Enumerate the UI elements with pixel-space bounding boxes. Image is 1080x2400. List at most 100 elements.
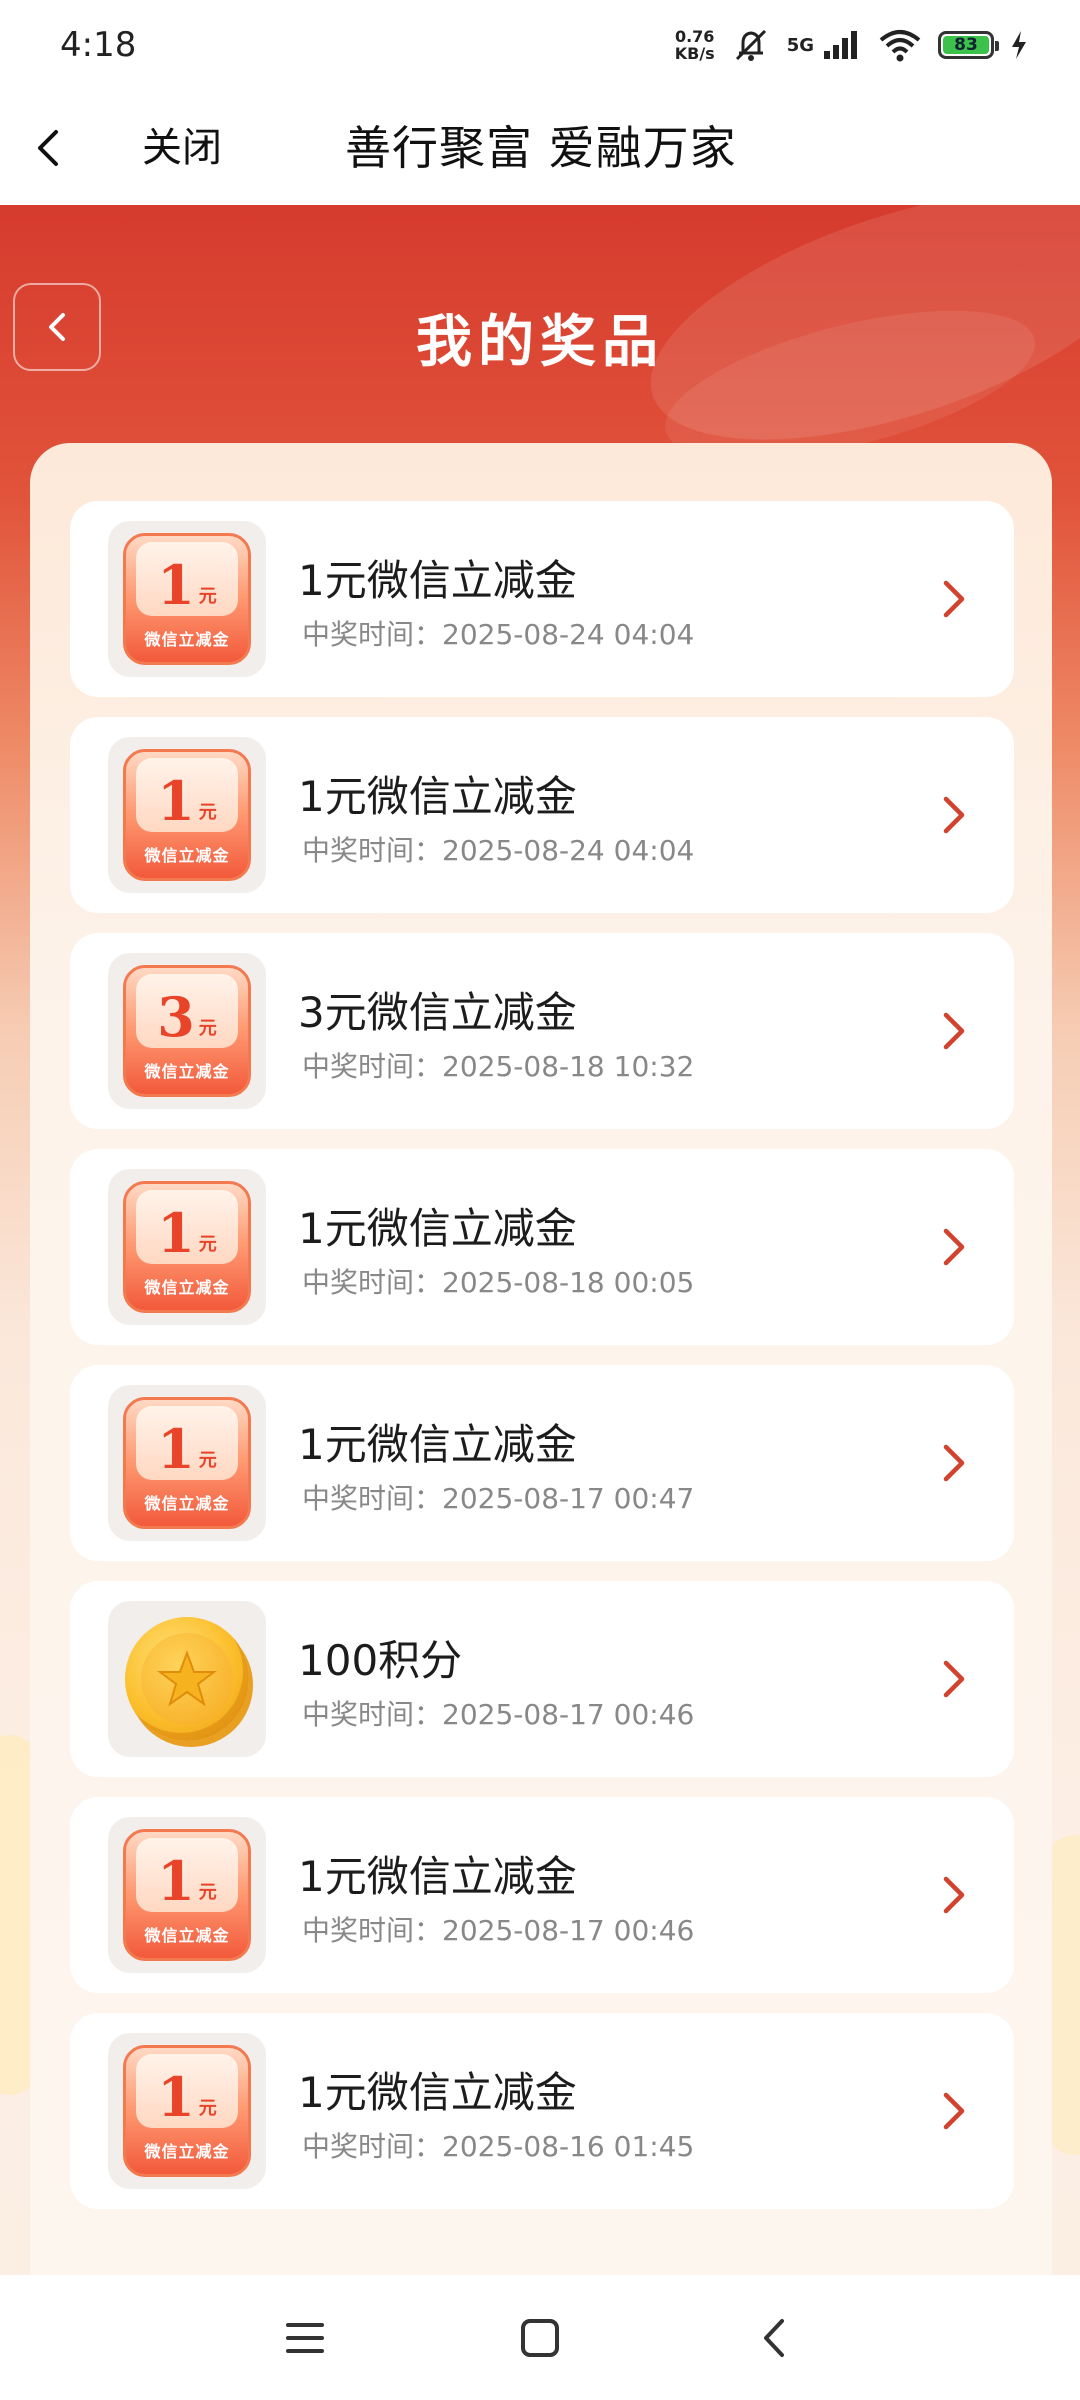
- prize-item[interactable]: 1 元微信立减金 1元微信立减金 中奖时间：2025-08-18 00:05: [70, 1149, 1014, 1345]
- prize-time: 中奖时间：2025-08-24 04:04: [302, 613, 694, 653]
- prize-time-label: 中奖时间：: [302, 1914, 443, 1947]
- coupon-amount: 1: [157, 2065, 195, 2129]
- coupon-icon: 1 元微信立减金: [123, 749, 251, 881]
- prize-name: 100积分: [298, 1636, 463, 1685]
- coin-face: [141, 1633, 233, 1725]
- prize-time-value: 2025-08-24 04:04: [442, 834, 695, 867]
- menu-icon[interactable]: [278, 2311, 332, 2365]
- coupon-face: 1元: [136, 542, 238, 616]
- coupon-amount: 1: [157, 553, 195, 617]
- prize-time: 中奖时间：2025-08-17 00:46: [302, 1693, 694, 1733]
- prize-thumbnail: 3 元微信立减金: [108, 953, 266, 1109]
- prize-time: 中奖时间：2025-08-18 00:05: [302, 1261, 694, 1301]
- prize-time-label: 中奖时间：: [302, 618, 443, 651]
- prize-item[interactable]: 1 元微信立减金 1元微信立减金中奖时间：2025-08-24 04:04: [70, 717, 1014, 913]
- prize-time: 中奖时间：2025-08-16 01:45: [302, 2125, 694, 2165]
- prize-item[interactable]: 3 元微信立减金 3元微信立减金 中奖时间：2025-08-18 10:32: [70, 933, 1014, 1129]
- coupon-amount: 1: [157, 1849, 195, 1913]
- prize-name: 3元微信立减金: [298, 988, 577, 1037]
- prize-page: 我的奖品 1 元微信立减金 1元微信立减金 中奖时间：2025-08-24 04:04…: [0, 205, 1080, 2275]
- signal-icon: [824, 31, 857, 59]
- coupon-unit: 元: [198, 2098, 217, 2119]
- nav-back-icon[interactable]: [20, 120, 76, 176]
- coupon-unit: 元: [198, 586, 217, 607]
- prize-item[interactable]: 100积分中奖时间：2025-08-17 00:46: [70, 1581, 1014, 1777]
- coupon-caption: 微信立减金: [144, 1278, 230, 1297]
- coupon-amount: 3: [157, 985, 195, 1049]
- chevron-right-icon[interactable]: [940, 577, 968, 621]
- home-icon[interactable]: [513, 2311, 567, 2365]
- system-nav-bar: [0, 2275, 1080, 2400]
- prize-name: 1元微信立减金: [298, 2068, 577, 2117]
- prize-item[interactable]: 1 元微信立减金 1元微信立减金 中奖时间：2025-08-16 01:45: [70, 2013, 1014, 2209]
- prize-time: 中奖时间：2025-08-24 04:04: [302, 829, 694, 869]
- coupon-unit: 元: [198, 1882, 217, 1903]
- coupon-face: 1元: [136, 1838, 238, 1912]
- prize-time: 中奖时间：2025-08-17 00:47: [302, 1477, 694, 1517]
- status-time: 4:18: [60, 25, 137, 65]
- chevron-right-icon[interactable]: [940, 1225, 968, 1269]
- battery-icon: 83: [938, 31, 999, 59]
- prize-time-value: 2025-08-17 00:46: [442, 1914, 695, 1947]
- coupon-icon: 1 元微信立减金: [123, 1181, 251, 1313]
- prize-time-value: 2025-08-18 00:05: [442, 1266, 695, 1299]
- prize-thumbnail: [108, 1601, 266, 1757]
- close-button[interactable]: 关闭: [142, 120, 222, 176]
- coupon-unit: 元: [198, 802, 217, 823]
- chevron-right-icon[interactable]: [940, 1009, 968, 1053]
- coupon-caption: 微信立减金: [144, 1494, 230, 1513]
- prize-item[interactable]: 1 元微信立减金 1元微信立减金 中奖时间：2025-08-24 04:04: [70, 501, 1014, 697]
- prize-time-value: 2025-08-17 00:47: [442, 1482, 695, 1515]
- coupon-unit: 元: [198, 1450, 217, 1471]
- coupon-unit: 元: [198, 1234, 217, 1255]
- coupon-amount: 1: [157, 1201, 195, 1265]
- coupon-face: 1元: [136, 1190, 238, 1264]
- prize-time-label: 中奖时间：: [302, 1482, 443, 1515]
- coupon-icon: 1 元微信立减金: [123, 1829, 251, 1961]
- star-icon: [157, 1650, 217, 1707]
- mute-icon: [735, 29, 766, 61]
- coupon-face: 1元: [136, 1406, 238, 1480]
- coupon-icon: 1 元微信立减金: [123, 2045, 251, 2177]
- coupon-icon: 3 元微信立减金: [123, 965, 251, 1097]
- prize-thumbnail: 1 元微信立减金: [108, 521, 266, 677]
- coupon-amount: 1: [157, 1417, 195, 1481]
- coupon-icon: 1 元微信立减金: [123, 1397, 251, 1529]
- network-speed: 0.76 KB/s: [675, 28, 715, 62]
- prize-panel: 1 元微信立减金 1元微信立减金 中奖时间：2025-08-24 04:04 1 元微信立…: [30, 443, 1052, 2275]
- prize-list: 1 元微信立减金 1元微信立减金 中奖时间：2025-08-24 04:04 1 元微信立…: [70, 501, 1014, 2229]
- prize-name: 1元微信立减金: [298, 556, 577, 605]
- prize-item[interactable]: 1 元微信立减金 1元微信立减金中奖时间：2025-08-17 00:46: [70, 1797, 1014, 1993]
- chevron-right-icon[interactable]: [940, 793, 968, 837]
- coupon-unit: 元: [198, 1018, 217, 1039]
- coupon-icon: 1 元微信立减金: [123, 533, 251, 665]
- prize-thumbnail: 1 元微信立减金: [108, 1817, 266, 1973]
- chevron-right-icon[interactable]: [940, 2089, 968, 2133]
- chevron-right-icon[interactable]: [940, 1657, 968, 1701]
- coin-star-icon: [125, 1617, 249, 1741]
- status-bar: 4:18 0.76 KB/s 5G 83: [0, 0, 1080, 90]
- back-icon[interactable]: [748, 2311, 802, 2365]
- prize-name: 1元微信立减金: [298, 772, 577, 821]
- network-speed-unit: KB/s: [674, 44, 715, 63]
- prize-time-value: 2025-08-24 04:04: [442, 618, 695, 651]
- status-icons: 0.76 KB/s 5G 83: [675, 27, 1028, 63]
- chevron-right-icon[interactable]: [940, 1873, 968, 1917]
- coupon-caption: 微信立减金: [144, 630, 230, 649]
- nav-title: 善行聚富 爱融万家: [345, 121, 737, 175]
- prize-time-value: 2025-08-16 01:45: [442, 2130, 695, 2163]
- battery-level: 83: [943, 35, 989, 55]
- prize-name: 1元微信立减金: [298, 1420, 577, 1469]
- chevron-right-icon[interactable]: [940, 1441, 968, 1485]
- coupon-face: 3元: [136, 974, 238, 1048]
- prize-time-label: 中奖时间：: [302, 1698, 443, 1731]
- wifi-icon: [879, 30, 921, 62]
- prize-name: 1元微信立减金: [298, 1204, 577, 1253]
- coupon-caption: 微信立减金: [144, 2142, 230, 2161]
- prize-name: 1元微信立减金: [298, 1852, 577, 1901]
- coupon-face: 1元: [136, 2054, 238, 2128]
- prize-thumbnail: 1 元微信立减金: [108, 1385, 266, 1541]
- prize-thumbnail: 1 元微信立减金: [108, 737, 266, 893]
- prize-thumbnail: 1 元微信立减金: [108, 2033, 266, 2189]
- prize-item[interactable]: 1 元微信立减金 1元微信立减金 中奖时间：2025-08-17 00:47: [70, 1365, 1014, 1561]
